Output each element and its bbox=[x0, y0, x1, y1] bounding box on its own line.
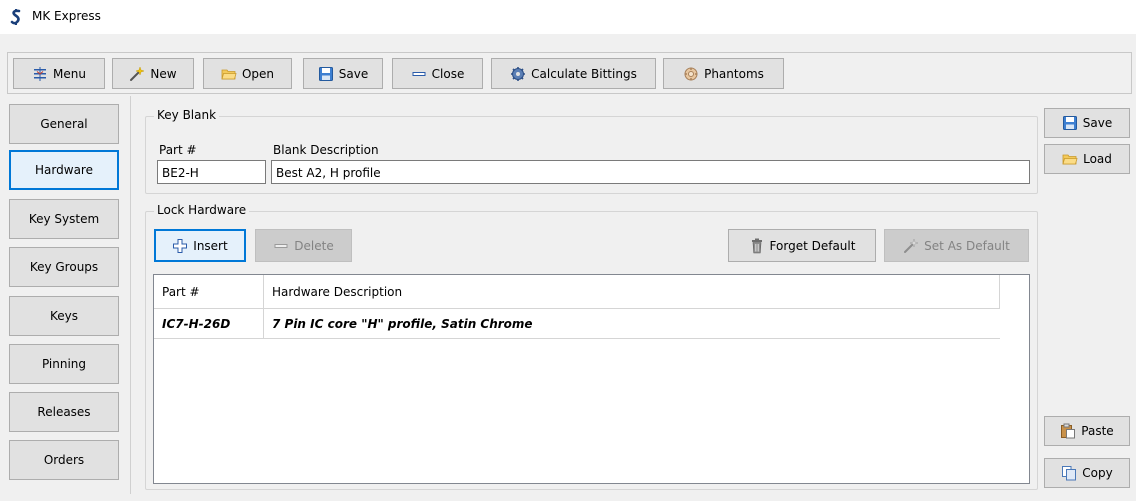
nav-general-button[interactable]: General bbox=[9, 104, 119, 144]
nav-key-system-button[interactable]: Key System bbox=[9, 199, 119, 239]
menu-button[interactable]: Menu bbox=[13, 58, 105, 89]
nav-key-groups-label: Key Groups bbox=[29, 260, 99, 274]
nav-hardware-button[interactable]: Hardware bbox=[9, 150, 119, 190]
blank-part-label: Part # bbox=[159, 143, 197, 157]
gears-icon bbox=[511, 66, 526, 81]
copy-documents-icon bbox=[1062, 466, 1077, 481]
cell-part: IC7-H-26D bbox=[154, 309, 264, 339]
nav-general-label: General bbox=[40, 117, 88, 131]
nav-key-system-label: Key System bbox=[28, 212, 100, 226]
blank-part-field[interactable]: BE2-H bbox=[157, 160, 266, 184]
column-header-description[interactable]: Hardware Description bbox=[264, 275, 1000, 309]
close-button[interactable]: Close bbox=[392, 58, 483, 89]
side-load-label: Load bbox=[1083, 152, 1112, 166]
side-load-button[interactable]: Load bbox=[1044, 144, 1130, 174]
new-button[interactable]: New bbox=[112, 58, 194, 89]
table-header: Part # Hardware Description bbox=[154, 275, 1000, 309]
set-as-default-label: Set As Default bbox=[924, 238, 1010, 253]
nav-hardware-label: Hardware bbox=[35, 163, 93, 177]
nav-key-groups-button[interactable]: Key Groups bbox=[9, 247, 119, 287]
side-copy-button[interactable]: Copy bbox=[1044, 458, 1130, 488]
open-button[interactable]: Open bbox=[203, 58, 292, 89]
plus-icon bbox=[173, 238, 188, 253]
forget-default-button[interactable]: Forget Default bbox=[728, 229, 876, 262]
magic-wand-icon bbox=[130, 65, 146, 81]
phantoms-button[interactable]: Phantoms bbox=[663, 58, 784, 89]
folder-open-icon bbox=[221, 69, 237, 79]
lock-hardware-title: Lock Hardware bbox=[154, 203, 250, 217]
nav-pinning-button[interactable]: Pinning bbox=[9, 344, 119, 384]
minus-icon bbox=[412, 71, 426, 76]
hardware-table: Part # Hardware Description IC7-H-26D 7 … bbox=[153, 274, 1030, 484]
menu-icon bbox=[34, 66, 47, 81]
close-label: Close bbox=[431, 66, 465, 81]
window-title: MK Express bbox=[32, 9, 101, 23]
cell-description: 7 Pin IC core "H" profile, Satin Chrome bbox=[272, 317, 533, 331]
folder-open-icon bbox=[1062, 154, 1078, 165]
phantoms-label: Phantoms bbox=[704, 66, 764, 81]
save-button[interactable]: Save bbox=[303, 58, 383, 89]
blank-description-label: Blank Description bbox=[273, 143, 379, 157]
menu-label: Menu bbox=[53, 66, 86, 81]
side-save-label: Save bbox=[1082, 116, 1113, 130]
nav-orders-button[interactable]: Orders bbox=[9, 440, 119, 480]
nav-orders-label: Orders bbox=[43, 453, 85, 467]
app-logo-icon bbox=[10, 9, 21, 25]
side-copy-label: Copy bbox=[1082, 466, 1113, 480]
insert-button[interactable]: Insert bbox=[154, 229, 246, 262]
nav-releases-button[interactable]: Releases bbox=[9, 392, 119, 432]
side-save-button[interactable]: Save bbox=[1044, 108, 1130, 138]
blank-description-field[interactable]: Best A2, H profile bbox=[271, 160, 1030, 184]
forget-default-label: Forget Default bbox=[769, 238, 856, 253]
table-row[interactable]: IC7-H-26D 7 Pin IC core "H" profile, Sat… bbox=[154, 309, 1000, 339]
trash-can-icon bbox=[751, 238, 762, 253]
floppy-disk-icon bbox=[318, 66, 333, 81]
nav-releases-label: Releases bbox=[37, 405, 91, 419]
save-label: Save bbox=[338, 66, 369, 81]
nav-pinning-label: Pinning bbox=[41, 357, 87, 371]
new-label: New bbox=[150, 66, 177, 81]
column-header-part[interactable]: Part # bbox=[154, 275, 264, 309]
clipboard-paste-icon bbox=[1061, 423, 1076, 439]
magic-wand-icon bbox=[904, 237, 919, 253]
title-bar: MK Express bbox=[0, 0, 1136, 34]
side-paste-button[interactable]: Paste bbox=[1044, 416, 1130, 446]
key-blank-title: Key Blank bbox=[154, 108, 220, 122]
side-paste-label: Paste bbox=[1081, 424, 1114, 438]
calculate-bittings-label: Calculate Bittings bbox=[531, 66, 637, 81]
nav-keys-label: Keys bbox=[49, 309, 78, 323]
floppy-disk-icon bbox=[1062, 116, 1077, 130]
minus-icon bbox=[274, 243, 288, 248]
insert-label: Insert bbox=[193, 238, 228, 253]
nav-keys-button[interactable]: Keys bbox=[9, 296, 119, 336]
delete-button[interactable]: Delete bbox=[255, 229, 352, 262]
delete-label: Delete bbox=[294, 238, 334, 253]
calculate-bittings-button[interactable]: Calculate Bittings bbox=[491, 58, 656, 89]
set-as-default-button[interactable]: Set As Default bbox=[884, 229, 1029, 262]
phantom-key-icon bbox=[684, 67, 698, 80]
open-label: Open bbox=[241, 66, 275, 81]
